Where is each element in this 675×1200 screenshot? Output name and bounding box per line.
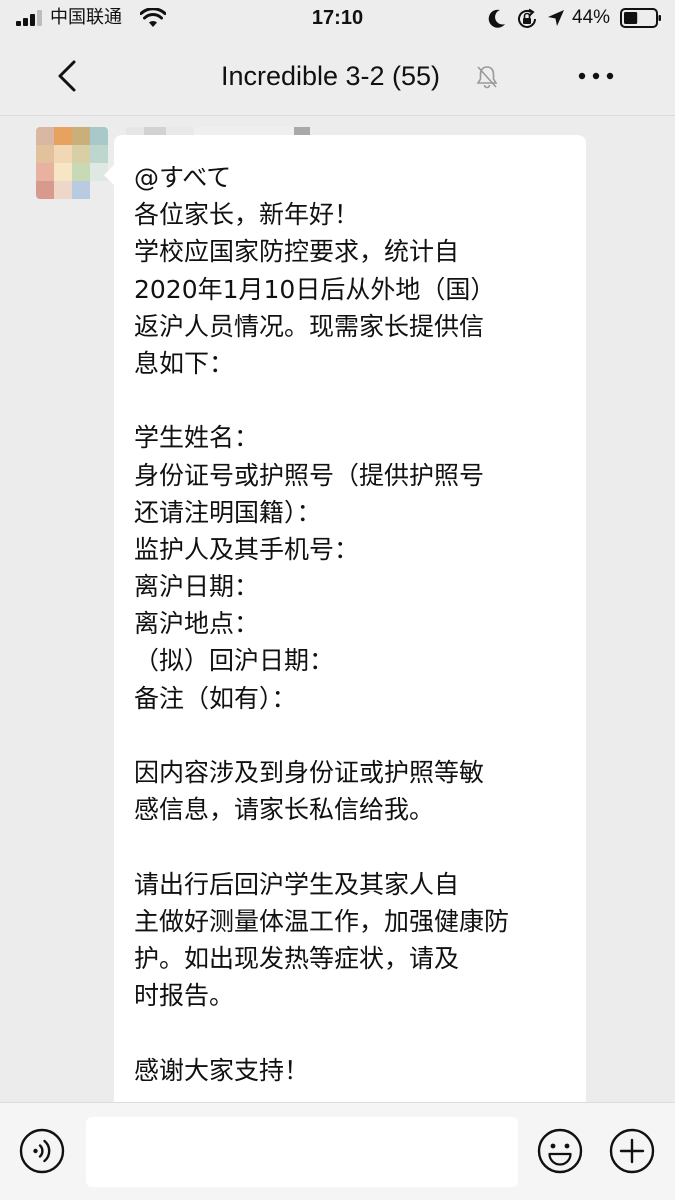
message-line: 学校应国家防控要求，统计自 <box>134 237 460 267</box>
message-line: @すべて <box>134 163 232 192</box>
message-line: 离沪日期： <box>134 572 260 602</box>
message-line: 护。如出现发热等症状，请及 <box>134 943 460 973</box>
message-line: 返沪人员情况。现需家长提供信 <box>134 311 485 341</box>
message-line: 感谢大家支持！ <box>134 1055 310 1085</box>
plus-icon[interactable] <box>608 1127 656 1175</box>
message-line: 息如下： <box>134 348 235 378</box>
message-line: 感信息，请家长私信给我。 <box>134 795 435 825</box>
message-line: 离沪地点： <box>134 609 260 639</box>
message-line: 身份证号或护照号（提供护照号 <box>134 460 485 490</box>
message-list[interactable]: @すべて各位家长，新年好！ 学校应国家防控要求，统计自 2020年1月10日后从外地… <box>0 117 675 1102</box>
avatar[interactable] <box>36 127 108 199</box>
status-bar: 中国联通 17:10 44% <box>0 0 675 36</box>
message-line <box>134 382 568 419</box>
input-bar <box>0 1102 675 1200</box>
location-icon <box>548 10 564 26</box>
chat-title[interactable]: Incredible 3-2 (55) <box>0 58 675 94</box>
message-line: 主做好测量体温工作，加强健康防 <box>134 906 510 936</box>
chat-header: Incredible 3-2 (55) <box>0 36 675 116</box>
message-line: （拟）回沪日期： <box>134 646 335 676</box>
message-bubble[interactable]: @すべて各位家长，新年好！ 学校应国家防控要求，统计自 2020年1月10日后从外地… <box>104 135 586 1102</box>
battery-fill <box>624 12 638 24</box>
message-line <box>134 717 568 754</box>
message-line: 时报告。 <box>134 981 235 1011</box>
message-line: 监护人及其手机号： <box>134 534 360 564</box>
message-line: 请出行后回沪学生及其家人自 <box>134 869 460 899</box>
message-line: 学生姓名： <box>134 423 260 453</box>
message-line <box>134 1014 568 1051</box>
lock-rotation-icon <box>518 8 536 28</box>
emoji-icon[interactable] <box>536 1127 584 1175</box>
moon-icon <box>488 9 505 28</box>
message-line <box>134 828 568 865</box>
battery-icon <box>620 8 661 28</box>
more-icon[interactable] <box>576 66 616 86</box>
message-line: 2020年1月10日后从外地（国） <box>134 274 496 304</box>
message-input[interactable] <box>86 1117 518 1187</box>
battery-percent: 44% <box>572 7 611 28</box>
message-line: 备注（如有）： <box>134 683 297 713</box>
message-line: 各位家长，新年好！ <box>134 200 360 230</box>
message-line: 因内容涉及到身份证或护照等敏 <box>134 758 485 787</box>
mute-icon <box>476 66 498 89</box>
voice-icon[interactable] <box>18 1127 66 1175</box>
message-line: 还请注明国籍）： <box>134 497 322 527</box>
